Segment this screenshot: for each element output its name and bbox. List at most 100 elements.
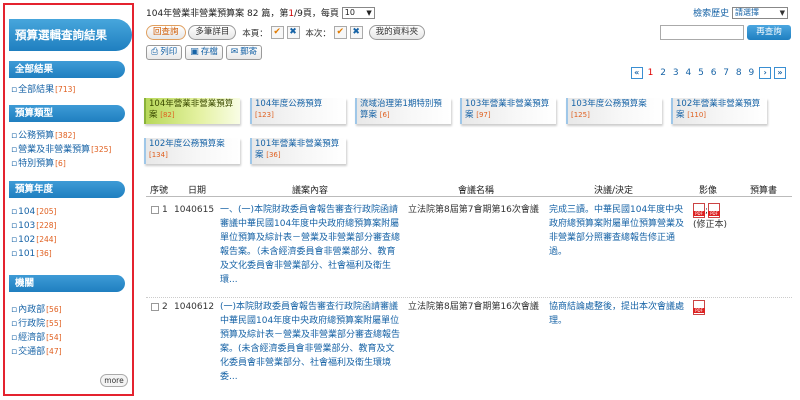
- sidebar: 預算選輯查詢結果 全部結果 ▫全部結果[713] 預算類型 ▫公務預算[382]…: [3, 3, 134, 396]
- result-summary: 104年營業非營業預算案 82 篇，第1/9頁，每頁 10 ▼: [146, 6, 375, 22]
- bullet-icon: ▫: [11, 249, 18, 259]
- page-link[interactable]: 2: [660, 68, 666, 78]
- col-budget-book: 預算書: [750, 186, 778, 196]
- action-row: ⎙ 列印 ▣ 存檔 ✉ 郵寄: [146, 45, 265, 61]
- back-to-search-button[interactable]: 回查詢: [146, 25, 186, 40]
- print-button[interactable]: ⎙ 列印: [146, 45, 183, 60]
- dropdown-arrow-icon: ▼: [779, 8, 785, 17]
- clear-page-cross-icon[interactable]: ✖: [286, 26, 300, 39]
- sidebar-item-year-101[interactable]: ▫101[36]: [11, 247, 131, 261]
- my-folder-button[interactable]: 我的資料夾: [368, 25, 426, 40]
- sidebar-item-economic[interactable]: ▫經濟部[54]: [11, 331, 131, 345]
- bullet-icon: ▫: [11, 207, 18, 217]
- revision-note: (修正本): [693, 220, 728, 230]
- per-page-select[interactable]: 10 ▼: [341, 6, 375, 19]
- row-image: [693, 300, 753, 315]
- page-link[interactable]: 8: [736, 68, 742, 78]
- page-link[interactable]: 6: [711, 68, 717, 78]
- sidebar-item-public-budget[interactable]: ▫公務預算[382]: [11, 129, 131, 143]
- bullet-icon: ▫: [11, 131, 18, 141]
- bullet-icon: ▫: [11, 235, 18, 245]
- tab-river-special[interactable]: 流域治理第1期特別預算案 [6]: [355, 98, 451, 124]
- row-decision: 協商結論處整後，提出本次會議處理。: [549, 302, 685, 326]
- sidebar-item-business-budget[interactable]: ▫營業及非營業預算[325]: [11, 143, 131, 157]
- page-link[interactable]: 4: [685, 68, 691, 78]
- page-link[interactable]: 7: [723, 68, 729, 78]
- col-index: 序號: [150, 186, 169, 196]
- envelope-icon: ✉: [230, 47, 239, 57]
- row-date: 1040612: [174, 302, 215, 312]
- tab-102-business[interactable]: 102年營業非營業預算案 [110]: [671, 98, 767, 124]
- mail-button[interactable]: ✉ 郵寄: [225, 45, 263, 60]
- this-time-label: 本次：: [305, 28, 331, 39]
- main-content: 104年營業非營業預算案 82 篇，第1/9頁，每頁 10 ▼ 檢索歷史 請選擇 ▼…: [142, 3, 794, 396]
- first-page-icon[interactable]: «: [630, 67, 643, 79]
- history-select[interactable]: 請選擇 ▼: [732, 6, 788, 19]
- section-heading-budget-year: 預算年度: [9, 181, 125, 198]
- this-page-label: 本頁：: [242, 28, 268, 39]
- sidebar-item-executive-yuan[interactable]: ▫行政院[55]: [11, 317, 131, 331]
- bullet-icon: ▫: [11, 333, 18, 343]
- row-image: ; (修正本): [693, 203, 753, 232]
- table-header: 序號 日期 議案內容 會議名稱 決議/決定 影像 預算書: [146, 181, 792, 197]
- row-checkbox[interactable]: [151, 303, 159, 311]
- page-link[interactable]: 1: [648, 68, 654, 78]
- page-link[interactable]: 9: [749, 68, 755, 78]
- more-button[interactable]: more: [100, 374, 128, 387]
- table-row: 2 1040612 (一)本院財政委員會報告審查行政院函請審議中華民國104年度…: [146, 300, 792, 390]
- tab-104-public[interactable]: 104年度公務預算 [123]: [250, 98, 346, 124]
- save-button[interactable]: ▣ 存檔: [185, 45, 223, 60]
- select-page-check-icon[interactable]: ✔: [270, 26, 284, 39]
- tab-104-business[interactable]: 104年營業非營業預算案 [82]: [144, 98, 240, 124]
- page-link[interactable]: 5: [698, 68, 704, 78]
- tab-103-business[interactable]: 103年營業非營業預算案 [97]: [460, 98, 556, 124]
- bullet-icon: ▫: [11, 319, 18, 329]
- section-heading-budget-type: 預算類型: [9, 105, 125, 122]
- sidebar-item-all[interactable]: ▫全部結果[713]: [11, 83, 131, 97]
- bullet-icon: ▫: [11, 145, 18, 155]
- page-link[interactable]: 3: [673, 68, 679, 78]
- multi-detail-button[interactable]: 多筆詳目: [188, 25, 237, 40]
- section-heading-all: 全部結果: [9, 61, 125, 78]
- col-meeting: 會議名稱: [458, 186, 495, 196]
- last-page-icon[interactable]: »: [774, 67, 786, 79]
- row-divider: [146, 297, 792, 298]
- col-content: 議案內容: [292, 186, 329, 196]
- sidebar-item-year-103[interactable]: ▫103[228]: [11, 219, 131, 233]
- select-all-check-icon[interactable]: ✔: [333, 26, 347, 39]
- clear-all-cross-icon[interactable]: ✖: [349, 26, 363, 39]
- row-index: 1: [162, 205, 168, 215]
- sidebar-item-transport[interactable]: ▫交通部[47]: [11, 345, 131, 359]
- printer-icon: ⎙: [151, 47, 159, 57]
- bullet-icon: ▫: [11, 347, 18, 357]
- col-date: 日期: [188, 186, 207, 196]
- sidebar-item-year-104[interactable]: ▫104[205]: [11, 205, 131, 219]
- row-content-link[interactable]: (一)本院財政委員會報告審查行政院函請審議中華民國104年度中央政府總預算案附屬…: [220, 300, 400, 384]
- bullet-icon: ▫: [11, 159, 18, 169]
- sidebar-item-interior[interactable]: ▫內政部[56]: [11, 303, 131, 317]
- research-input[interactable]: [660, 25, 744, 40]
- tab-103-public[interactable]: 103年度公務預算案 [125]: [566, 98, 662, 124]
- row-date: 1040615: [174, 205, 215, 215]
- pdf-icon[interactable]: [693, 300, 705, 315]
- section-heading-agency: 機關: [9, 275, 125, 292]
- pagination: « 1 2 3 4 5 6 7 8 9 › »: [630, 67, 786, 81]
- toolbar: 回查詢 多筆詳目 本頁： ✔ ✖ 本次： ✔ ✖ 我的資料夾: [146, 25, 426, 41]
- pdf-icon[interactable]: [708, 203, 721, 218]
- next-page-icon[interactable]: ›: [759, 67, 772, 79]
- tab-101-business[interactable]: 101年營業非營業預算案 [36]: [250, 138, 346, 164]
- bullet-icon: ▫: [11, 221, 18, 231]
- sidebar-item-year-102[interactable]: ▫102[244]: [11, 233, 131, 247]
- history-label: 檢索歷史: [693, 9, 730, 19]
- bullet-icon: ▫: [11, 305, 18, 315]
- sidebar-item-special-budget[interactable]: ▫特別預算[6]: [11, 157, 131, 171]
- col-image: 影像: [699, 186, 718, 196]
- row-checkbox[interactable]: [151, 206, 159, 214]
- table-row: 1 1040615 一、(一)本院財政委員會報告審查行政院函請審議中華民國104…: [146, 203, 792, 293]
- pdf-icon[interactable]: [693, 203, 705, 218]
- research-button[interactable]: 再查詢: [747, 25, 791, 40]
- row-meeting: 立法院第8屆第7會期第16次會議: [408, 302, 539, 312]
- row-decision: 完成三讀。中華民國104年度中央政府總預算案附屬單位預算營業及非營業部分照審查總…: [549, 205, 685, 257]
- tab-102-public[interactable]: 102年度公務預算案 [134]: [144, 138, 240, 164]
- row-content-link[interactable]: 一、(一)本院財政委員會報告審查行政院函請審議中華民國104年度中央政府總預算案…: [220, 203, 400, 287]
